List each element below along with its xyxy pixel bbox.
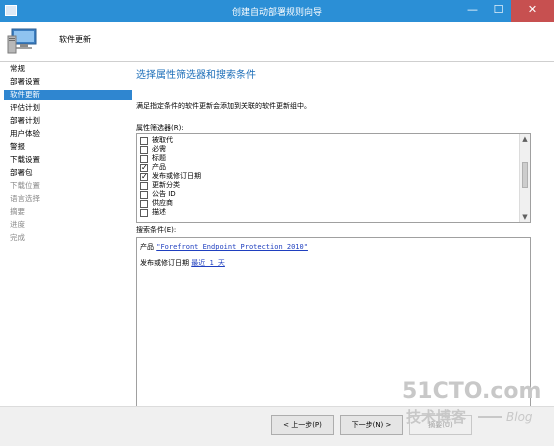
step-label: 语言选择 <box>10 194 40 203</box>
step-progress: 进度 <box>4 220 132 230</box>
filter-label: 公告 ID <box>152 190 176 198</box>
filter-checkbox[interactable]: ✓ <box>140 164 148 172</box>
step-label: 部署设置 <box>10 77 40 86</box>
step-label: 常规 <box>10 64 25 73</box>
filter-label: 标题 <box>152 154 166 162</box>
filter-checkbox[interactable] <box>140 182 148 190</box>
filter-checkbox[interactable]: ✓ <box>140 173 148 181</box>
step-label: 部署包 <box>10 168 33 177</box>
filter-checkbox[interactable] <box>140 137 148 145</box>
step-software-updates[interactable]: 软件更新 <box>4 90 132 100</box>
filter-label: 产品 <box>152 163 166 171</box>
step-user-experience[interactable]: 用户体验 <box>4 129 132 139</box>
back-button[interactable]: < 上一步(P) <box>271 415 334 435</box>
filter-checkbox[interactable] <box>140 191 148 199</box>
criteria-date-line: 发布或修订日期 最近 1 天 <box>140 258 225 268</box>
step-deployment-package[interactable]: 部署包 <box>4 168 132 178</box>
step-download-settings[interactable]: 下载设置 <box>4 155 132 165</box>
watermark-line3: Blog <box>506 410 533 424</box>
step-deployment-schedule[interactable]: 部署计划 <box>4 116 132 126</box>
step-label: 警报 <box>10 142 25 151</box>
property-filters-list[interactable]: 被取代 必需 标题 ✓ 产品 ✓ 发布或修订日期 更新分类 公告 ID 供应商 <box>136 133 531 223</box>
filter-label: 供应商 <box>152 199 173 207</box>
filter-label: 发布或修订日期 <box>152 172 201 180</box>
step-evaluation-schedule[interactable]: 评估计划 <box>4 103 132 113</box>
step-label: 完成 <box>10 233 25 242</box>
minimize-button[interactable]: — <box>459 0 486 22</box>
step-label: 下载设置 <box>10 155 40 164</box>
page-heading: 选择属性筛选器和搜索条件 <box>136 70 256 81</box>
filters-scrollbar[interactable]: ▲ ▼ <box>519 134 530 222</box>
wizard-steps-sidebar: 常规 部署设置 软件更新 评估计划 部署计划 用户体验 警报 下载设置 部署包 … <box>4 62 132 412</box>
step-summary: 摘要 <box>4 207 132 217</box>
step-deployment-settings[interactable]: 部署设置 <box>4 77 132 87</box>
property-filters-label: 属性筛选器(R): <box>136 124 184 132</box>
maximize-button[interactable]: ☐ <box>486 0 511 22</box>
step-completion: 完成 <box>4 233 132 243</box>
criteria-product-value-link[interactable]: "Forefront Endpoint Protection 2010" <box>156 243 308 251</box>
step-label: 进度 <box>10 220 25 229</box>
page-description: 满足指定条件的软件更新会添加到关联的软件更新组中。 <box>136 102 311 110</box>
filter-label: 描述 <box>152 208 166 216</box>
scroll-up-arrow-icon[interactable]: ▲ <box>520 134 530 144</box>
title-bar: 创建自动部署规则向导 — ☐ ✕ <box>0 0 554 22</box>
wizard-content: 选择属性筛选器和搜索条件 满足指定条件的软件更新会添加到关联的软件更新组中。 属… <box>132 62 554 407</box>
filter-checkbox[interactable] <box>140 209 148 217</box>
step-general[interactable]: 常规 <box>4 64 132 74</box>
scroll-down-arrow-icon[interactable]: ▼ <box>520 212 530 222</box>
criteria-field: 发布或修订日期 <box>140 259 189 267</box>
criteria-product-line: 产品 "Forefront Endpoint Protection 2010" <box>140 242 308 252</box>
watermark-logo: 51CTO.com 技术博客 Blog <box>402 379 541 426</box>
watermark-line1: 51CTO.com <box>402 379 541 404</box>
filter-checkbox[interactable] <box>140 155 148 163</box>
close-button[interactable]: ✕ <box>511 0 554 22</box>
step-label: 摘要 <box>10 207 25 216</box>
step-label: 评估计划 <box>10 103 40 112</box>
step-alerts[interactable]: 警报 <box>4 142 132 152</box>
watermark-line2: 技术博客 <box>406 408 467 426</box>
criteria-date-value-link[interactable]: 最近 1 天 <box>191 259 225 267</box>
computer-icon <box>7 28 37 54</box>
filter-label: 被取代 <box>152 136 173 144</box>
scroll-thumb[interactable] <box>522 162 528 188</box>
filter-checkbox[interactable] <box>140 146 148 154</box>
step-label: 部署计划 <box>10 116 40 125</box>
step-label: 软件更新 <box>10 90 40 99</box>
criteria-field: 产品 <box>140 243 154 251</box>
step-label: 用户体验 <box>10 129 40 138</box>
wizard-header: 软件更新 <box>0 22 554 62</box>
step-language-selection: 语言选择 <box>4 194 132 204</box>
step-download-location: 下载位置 <box>4 181 132 191</box>
search-criteria-label: 搜索条件(E): <box>136 226 177 234</box>
filter-checkbox[interactable] <box>140 200 148 208</box>
header-title: 软件更新 <box>59 35 91 44</box>
step-label: 下载位置 <box>10 181 40 190</box>
filter-label: 必需 <box>152 145 166 153</box>
filter-label: 更新分类 <box>152 181 180 189</box>
